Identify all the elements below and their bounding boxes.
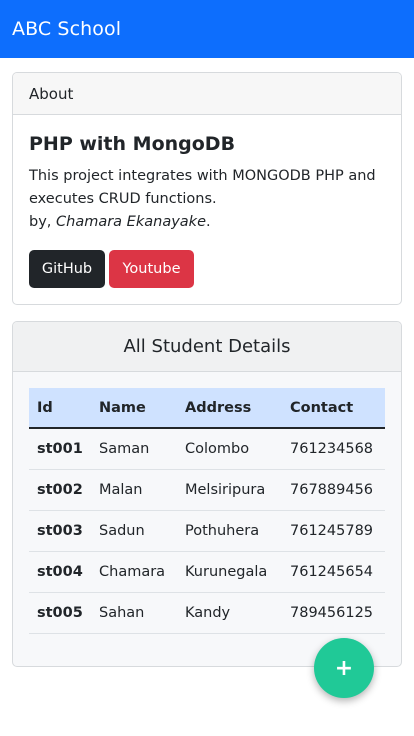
student-address-cell: Pothuhera	[177, 510, 282, 552]
about-card-body: PHP with MongoDB This project integrates…	[13, 115, 401, 288]
table-header-row: Id Name Address Contact	[29, 388, 385, 429]
youtube-button[interactable]: Youtube	[109, 250, 194, 288]
table-row: st003 Sadun Pothuhera 761245789	[29, 510, 385, 552]
about-description: This project integrates with MONGODB PHP…	[29, 165, 385, 234]
student-address-cell: Colombo	[177, 428, 282, 470]
student-contact-cell: 761234568	[282, 428, 385, 470]
student-id-cell: st003	[29, 510, 91, 552]
students-card: All Student Details Id Name Address Cont…	[12, 321, 402, 667]
column-header-name: Name	[91, 388, 177, 429]
student-contact-cell: 761245654	[282, 551, 385, 593]
student-id-cell: st004	[29, 551, 91, 593]
about-card-header: About	[13, 73, 401, 115]
student-name-cell: Saman	[91, 428, 177, 470]
table-row: st001 Saman Colombo 761234568	[29, 428, 385, 470]
student-name-cell: Chamara	[91, 551, 177, 593]
student-contact-cell: 761245789	[282, 510, 385, 552]
students-card-header: All Student Details	[13, 322, 401, 372]
students-table: Id Name Address Contact st001 Saman Colo…	[29, 388, 385, 634]
student-address-cell: Kandy	[177, 592, 282, 634]
about-by-prefix: by,	[29, 214, 57, 230]
column-header-contact: Contact	[282, 388, 385, 429]
student-name-cell: Sahan	[91, 592, 177, 634]
student-id-cell: st005	[29, 592, 91, 634]
column-header-id: Id	[29, 388, 91, 429]
student-name-cell: Malan	[91, 469, 177, 511]
student-name-cell: Sadun	[91, 510, 177, 552]
student-contact-cell: 789456125	[282, 592, 385, 634]
about-title: PHP with MongoDB	[29, 133, 236, 155]
plus-icon: +	[334, 655, 354, 681]
about-card: About PHP with MongoDB This project inte…	[12, 72, 402, 305]
table-row: st005 Sahan Kandy 789456125	[29, 592, 385, 634]
student-address-cell: Melsiripura	[177, 469, 282, 511]
table-row: st002 Malan Melsiripura 767889456	[29, 469, 385, 511]
student-contact-cell: 767889456	[282, 469, 385, 511]
student-id-cell: st002	[29, 469, 91, 511]
navbar-brand[interactable]: ABC School	[12, 18, 121, 40]
student-id-cell: st001	[29, 428, 91, 470]
github-button[interactable]: GitHub	[29, 250, 105, 288]
add-student-button[interactable]: +	[314, 638, 374, 698]
about-author: Chamara Ekanayake	[56, 214, 206, 230]
column-header-address: Address	[177, 388, 282, 429]
students-table-wrap: Id Name Address Contact st001 Saman Colo…	[13, 372, 401, 634]
about-by-suffix: .	[206, 214, 211, 230]
table-row: st004 Chamara Kurunegala 761245654	[29, 551, 385, 593]
navbar: ABC School	[0, 0, 414, 58]
student-address-cell: Kurunegala	[177, 551, 282, 593]
about-description-text: This project integrates with MONGODB PHP…	[29, 168, 376, 207]
about-button-row: GitHub Youtube	[29, 250, 385, 288]
